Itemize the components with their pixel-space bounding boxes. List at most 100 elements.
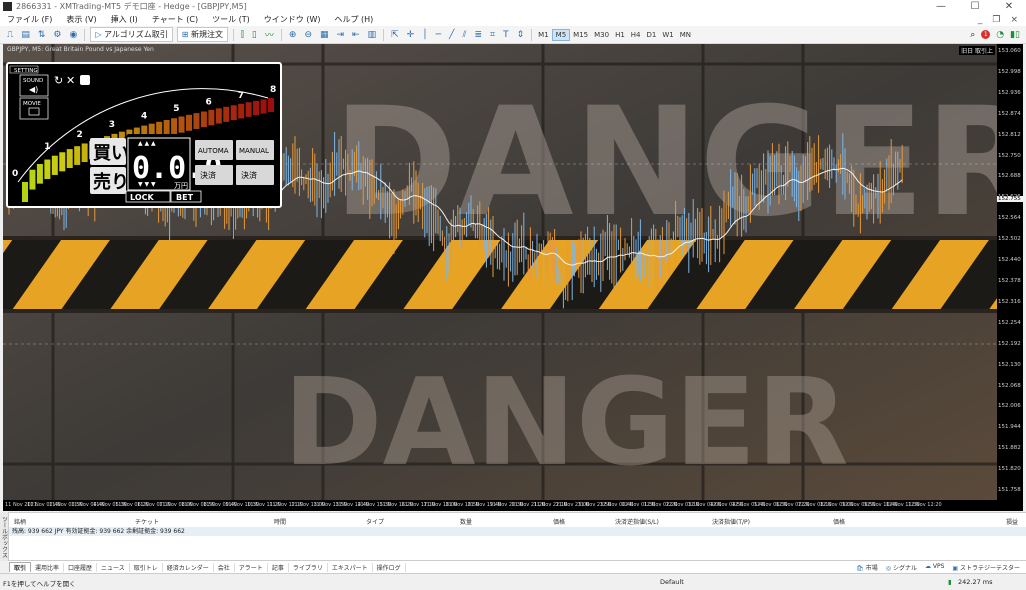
new-chart-icon[interactable]: ⎍ <box>3 30 17 40</box>
col-volume[interactable]: 数量 <box>460 517 472 526</box>
algo-trading-button[interactable]: ▷ アルゴリズム取引 <box>90 27 173 42</box>
search-icon[interactable]: ⌕ <box>970 30 975 40</box>
menu-help[interactable]: ヘルプ (H) <box>327 14 380 25</box>
bet-button[interactable]: BET <box>176 193 194 202</box>
zoom-out-icon[interactable]: ⊖ <box>300 30 316 40</box>
data-window-icon[interactable]: ◉ <box>65 30 81 40</box>
sound-label[interactable]: SOUND <box>23 78 43 84</box>
manual-mode-button[interactable]: MANUAL <box>239 147 269 155</box>
setting-label[interactable]: SETTING <box>14 68 38 74</box>
template-icon[interactable]: ▥ <box>364 30 381 40</box>
menu-file[interactable]: ファイル (F) <box>0 14 59 25</box>
tab-calendar[interactable]: 経済カレンダー <box>163 562 214 572</box>
timeframe-w1[interactable]: W1 <box>659 30 676 40</box>
tab-trade[interactable]: 取引 <box>9 562 32 572</box>
menu-chart[interactable]: チャート (C) <box>145 14 205 25</box>
trendline-icon[interactable]: ╱ <box>445 30 458 40</box>
tab-exposure[interactable]: 運用比率 <box>31 562 65 572</box>
maximize-button[interactable]: ☐ <box>958 1 992 12</box>
buy-button[interactable]: 買い <box>93 143 129 164</box>
tab-library[interactable]: ライブラリ <box>289 562 328 572</box>
text-icon[interactable]: T <box>499 30 513 40</box>
menu-restore-icon[interactable]: ❐ <box>992 15 1000 25</box>
vertical-line-icon[interactable]: │ <box>418 30 431 40</box>
zoom-in-icon[interactable]: ⊕ <box>285 30 301 40</box>
col-symbol[interactable]: 銘柄 <box>14 517 26 526</box>
tab-mailbox[interactable]: 取引トレ <box>130 562 163 572</box>
sell-button[interactable]: 売り <box>93 171 129 193</box>
timeframe-m30[interactable]: M30 <box>591 30 612 40</box>
tab-news[interactable]: ニュース <box>97 562 130 572</box>
channel-icon[interactable]: ⫽ <box>458 30 470 40</box>
market-tab[interactable]: 🛍 市場 <box>856 563 878 572</box>
tab-articles[interactable]: 記事 <box>268 562 289 572</box>
toolbox-side-label[interactable]: ツールボックス <box>0 512 9 561</box>
col-ticket[interactable]: チケット <box>135 517 159 526</box>
lock-button[interactable]: LOCK <box>130 193 154 202</box>
refresh-icon[interactable]: ↻ <box>54 74 63 87</box>
lot-down-arrows[interactable]: ▼ ▼ ▼ <box>138 181 156 188</box>
crosshair-icon[interactable]: ✛ <box>403 30 419 40</box>
timeframe-h4[interactable]: H4 <box>628 30 644 40</box>
movie-label[interactable]: MOVIE <box>23 101 41 107</box>
navigator-icon[interactable]: ⚙ <box>49 30 65 40</box>
strategy-tester-tab[interactable]: ▣ ストラテジーテスター <box>952 563 1020 572</box>
market-watch-icon[interactable]: ⇅ <box>34 30 50 40</box>
col-time[interactable]: 時間 <box>274 517 286 526</box>
arrows-icon[interactable]: ⇕ <box>513 30 529 40</box>
timeframe-m5[interactable]: M5 <box>551 28 571 41</box>
signals-tab[interactable]: ◎ シグナル <box>886 563 917 572</box>
notification-badge[interactable]: 1 <box>981 30 991 39</box>
bar-chart-icon[interactable]: ⫿ <box>237 30 248 40</box>
menu-minimize-icon[interactable]: _ <box>978 15 983 25</box>
timeframe-h1[interactable]: H1 <box>612 30 628 40</box>
ea-trading-panel[interactable]: SETTING SOUND ◀) MOVIE ↻ ✕ 012345678 買い … <box>6 62 282 208</box>
close-all-button[interactable]: 決済 <box>200 170 216 180</box>
auto-mode-button[interactable]: AUTOMA <box>198 147 229 155</box>
timeframe-m15[interactable]: M15 <box>570 30 591 40</box>
tab-history[interactable]: 口座履歴 <box>64 562 98 572</box>
col-sl[interactable]: 決済逆指値(S/L) <box>615 517 659 526</box>
menu-tools[interactable]: ツール (T) <box>205 14 257 25</box>
status-profile[interactable]: Default <box>660 578 684 586</box>
chart-shift-icon[interactable]: ⇤ <box>348 30 364 40</box>
menu-view[interactable]: 表示 (V) <box>59 14 103 25</box>
account-icon[interactable]: ◔ <box>996 30 1004 40</box>
tab-journal[interactable]: 操作ログ <box>373 562 406 572</box>
gauge-bar <box>51 155 58 175</box>
horizontal-line-icon[interactable]: ─ <box>432 30 445 40</box>
col-current-price[interactable]: 価格 <box>833 517 845 526</box>
col-profit[interactable]: 損益 <box>1006 517 1018 526</box>
speaker-icon[interactable]: ◀) <box>29 85 38 94</box>
col-price[interactable]: 価格 <box>553 517 565 526</box>
menu-window[interactable]: ウインドウ (W) <box>257 14 328 25</box>
candle-chart-icon[interactable]: ▯ <box>248 30 261 40</box>
tab-company[interactable]: 会社 <box>214 562 235 572</box>
line-chart-icon[interactable]: 〰 <box>261 28 278 41</box>
vps-tab[interactable]: ☁ VPS <box>925 563 944 572</box>
fibonacci-icon[interactable]: ≣ <box>470 30 486 40</box>
close-button[interactable]: ✕ <box>992 1 1026 12</box>
close-panel-icon[interactable] <box>80 75 90 85</box>
cursor-icon[interactable]: ⇱ <box>387 30 403 40</box>
new-order-button[interactable]: ⊞ 新規注文 <box>176 27 229 42</box>
menu-insert[interactable]: 挿入 (I) <box>104 14 145 25</box>
timeframe-mn[interactable]: MN <box>677 30 694 40</box>
profiles-icon[interactable]: ▤ <box>17 30 34 40</box>
timeframe-d1[interactable]: D1 <box>644 30 660 40</box>
autoscroll-icon[interactable]: ⇥ <box>333 30 349 40</box>
balance-row[interactable]: 残高: 939 662 JPY 有効証拠金: 939 662 余剰証拠金: 93… <box>9 527 1026 536</box>
col-type[interactable]: タイプ <box>366 517 384 526</box>
shapes-icon[interactable]: ⌗ <box>486 30 499 40</box>
col-tp[interactable]: 決済指値(T/P) <box>712 517 750 526</box>
menu-close-icon[interactable]: × <box>1010 15 1018 25</box>
tools-icon[interactable]: ✕ <box>66 74 75 87</box>
price-tick-label: 152.440 <box>998 257 1021 264</box>
timeframe-m1[interactable]: M1 <box>535 30 552 40</box>
close-selected-button[interactable]: 決済 <box>241 170 257 180</box>
tile-windows-icon[interactable]: ▦ <box>316 30 333 40</box>
tab-experts[interactable]: エキスパート <box>328 562 373 572</box>
minimize-button[interactable]: — <box>924 1 958 12</box>
tab-alerts[interactable]: アラート <box>235 562 268 572</box>
lot-up-arrows[interactable]: ▲ ▲ ▲ <box>138 140 156 147</box>
